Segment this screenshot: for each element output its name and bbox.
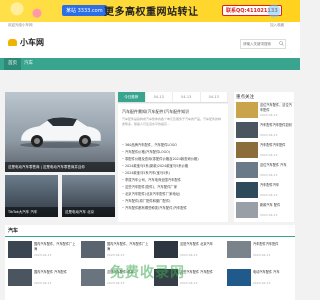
- sidebar-item[interactable]: 新款汽车 配件 2023-04-13: [236, 202, 294, 222]
- sidebar-item-date: 2023-04-13: [260, 133, 278, 137]
- list-item[interactable]: 李斌汽车公司，汽车电商全国汽车配件: [122, 177, 226, 184]
- logo-text: 小车网: [20, 38, 44, 47]
- tab-date-1[interactable]: 04-13: [145, 92, 173, 102]
- list-item[interactable]: 汽车配件都有哪些种类(汽车配件)汽车配件: [122, 205, 226, 212]
- nav-item-home[interactable]: 首页: [4, 58, 21, 70]
- thumbnail-image: [8, 269, 32, 286]
- thumbnail-image: [81, 241, 105, 258]
- car-logo-icon: [8, 39, 17, 46]
- thumbnail-image: [236, 162, 258, 178]
- ad-badge: 某站 3333.com: [62, 5, 107, 16]
- list-item[interactable]: 这些汽车配件(配件)，汽车配件厂家: [122, 184, 226, 191]
- list-item[interactable]: 2024款宝马5系(新款)2024款宝马5系价格: [122, 163, 226, 170]
- list-item[interactable]: 北京汽车配件(北京汽车配件厂家地址): [122, 191, 226, 198]
- search-input[interactable]: [241, 40, 281, 48]
- thumbnail-image: [154, 241, 178, 258]
- main-nav: 首页 汽车: [0, 58, 300, 70]
- list-item[interactable]: 汽车配件(原厂配件和副厂配件): [122, 198, 226, 205]
- card-date: 2023-04-13: [34, 281, 52, 285]
- main-slide-caption: 这是电动汽车零售商 | 这是电动汽车零售商并且你: [5, 162, 115, 172]
- search-box: [240, 39, 286, 49]
- thumbnail-image: [236, 122, 258, 138]
- list-item[interactable]: 汽车配件价格(汽车配件LOGO): [122, 149, 226, 156]
- news-tabs: 今日推荐 04-13 04-13 04-13: [118, 92, 228, 103]
- section-card[interactable]: 电动汽车配件 汽车 2023-04-13: [227, 269, 297, 291]
- news-list: 360品牌汽车配件，汽车配件LOGO 汽车配件价格(汽车配件LOGO) 零配件价…: [122, 142, 226, 212]
- sidebar-item[interactable]: 汽车配件汽车配件如何 2023-04-13: [236, 122, 294, 142]
- sidebar-item-date: 2023-04-13: [260, 153, 278, 157]
- sidebar-item-date: 2023-04-13: [260, 193, 278, 197]
- card-title: 这是汽车配件 北京汽车: [180, 242, 213, 246]
- sidebar-item[interactable]: 这位汽车配件，这位汽车配件 2023-04-13: [236, 102, 294, 122]
- section-divider: [5, 236, 295, 237]
- news-headline[interactable]: 汽车配件需知(汽车配件)汽车配件知识: [122, 109, 189, 115]
- card-title: 国内汽车配件 汽车配件: [34, 270, 67, 274]
- thumbnail-image: [236, 142, 258, 158]
- sidebar-item-title: 汽车配件汽车配件: [260, 143, 286, 147]
- thumbnail-image: [236, 102, 258, 118]
- section-card[interactable]: 汽车配件汽车配件 2023-04-13: [227, 241, 297, 263]
- ad-decoration-left: [2, 0, 52, 22]
- thumb-1[interactable]: TikTok大汽车 汽车: [5, 175, 58, 217]
- sidebar-item-title: 汽车配件汽车配件如何: [260, 123, 292, 127]
- section-card[interactable]: 这是汽车配件 北京汽车 2023-04-13: [154, 241, 224, 263]
- sidebar-item-title: 这位汽车配件，这位汽车配件: [260, 103, 292, 112]
- card-date: 2023-04-13: [253, 253, 271, 257]
- news-box: 汽车配件需知(汽车配件)汽车配件知识 汽车配件是指构成汽车整体的各个单元及服务于…: [118, 104, 228, 222]
- thumbnail-image: [81, 269, 105, 286]
- tab-date-3[interactable]: 04-13: [200, 92, 228, 102]
- sidebar-item[interactable]: 这位汽车配件 汽车 2023-04-13: [236, 162, 294, 182]
- site-header: 小车网: [0, 28, 300, 58]
- card-title: 国内汽车配件，汽车配件厂上海: [107, 242, 149, 251]
- list-item[interactable]: 2024款宝马5系汽车(宝马5系): [122, 170, 226, 177]
- card-title: 电动汽车配件 汽车: [253, 270, 280, 274]
- tab-today[interactable]: 今日推荐: [118, 92, 146, 102]
- sidebar-item-date: 2023-04-13: [260, 213, 278, 217]
- ad-decoration-right: [258, 0, 298, 22]
- card-title: 这些汽车配件 汽车配件: [180, 270, 213, 274]
- list-item[interactable]: 零配件价格及查询(零配件价格及2024款查询价格): [122, 156, 226, 163]
- list-item[interactable]: 360品牌汽车配件，汽车配件LOGO: [122, 142, 226, 149]
- tab-date-2[interactable]: 04-13: [173, 92, 201, 102]
- thumbnail-image: [8, 241, 32, 258]
- ad-banner[interactable]: 某站 3333.com 更多高权重网站转让 联系QQ:411021133: [0, 0, 300, 22]
- site-logo[interactable]: 小车网: [8, 37, 44, 48]
- section-card[interactable]: 国内汽车配件 汽车配件 2023-04-13: [8, 269, 78, 291]
- thumbnail-image: [227, 269, 251, 286]
- thumb-caption: 这是电动汽车 北京: [62, 207, 115, 217]
- nav-item-car[interactable]: 汽车: [20, 58, 37, 70]
- main-slide[interactable]: 这是电动汽车零售商 | 这是电动汽车零售商并且你: [5, 92, 115, 172]
- card-date: 2023-04-13: [34, 253, 52, 257]
- sidebar-item-title: 新款汽车 配件: [260, 203, 281, 207]
- sidebar-item-date: 2023-04-13: [260, 173, 278, 177]
- section-card[interactable]: 国内汽车配件，汽车配件厂上海 2023-04-13: [81, 241, 151, 263]
- section-title: 汽车: [8, 228, 19, 234]
- card-title: 汽车配件汽车配件: [253, 242, 279, 246]
- thumb-caption: TikTok大汽车 汽车: [5, 207, 58, 217]
- card-date: 2023-04-13: [253, 281, 271, 285]
- section-card[interactable]: 国内汽车配件，汽车配件厂上海 2023-04-13: [8, 241, 78, 263]
- search-icon[interactable]: [279, 41, 284, 46]
- thumbnail-image: [236, 202, 258, 218]
- thumb-2[interactable]: 这是电动汽车 北京: [62, 175, 115, 217]
- card-title: 国内汽车配件，汽车配件厂上海: [34, 242, 76, 251]
- car-image: [20, 116, 102, 148]
- sidebar-item[interactable]: 汽车配件汽车配件 2023-04-13: [236, 142, 294, 162]
- thumbnail-image: [227, 241, 251, 258]
- sidebar-focus: 重点关注 这位汽车配件，这位汽车配件 2023-04-13 汽车配件汽车配件如何…: [234, 92, 294, 222]
- watermark: 免费收录网: [110, 265, 185, 281]
- sidebar-item-title: 这位汽车配件 汽车: [260, 163, 287, 167]
- sidebar-item-date: 2023-04-13: [260, 113, 278, 117]
- card-date: 2023-04-13: [180, 253, 198, 257]
- sidebar-item[interactable]: 汽车配件汽车 2023-04-13: [236, 182, 294, 202]
- sidebar-item-title: 汽车配件汽车: [260, 183, 280, 187]
- card-date: 2023-04-13: [107, 253, 125, 257]
- ad-headline: 更多高权重网站转让: [104, 7, 199, 18]
- thumbnail-image: [236, 182, 258, 198]
- news-desc: 汽车配件是指构成汽车整体的各个单元及服务于汽车的产品。汽车配件的种类繁多，随着人…: [122, 117, 222, 126]
